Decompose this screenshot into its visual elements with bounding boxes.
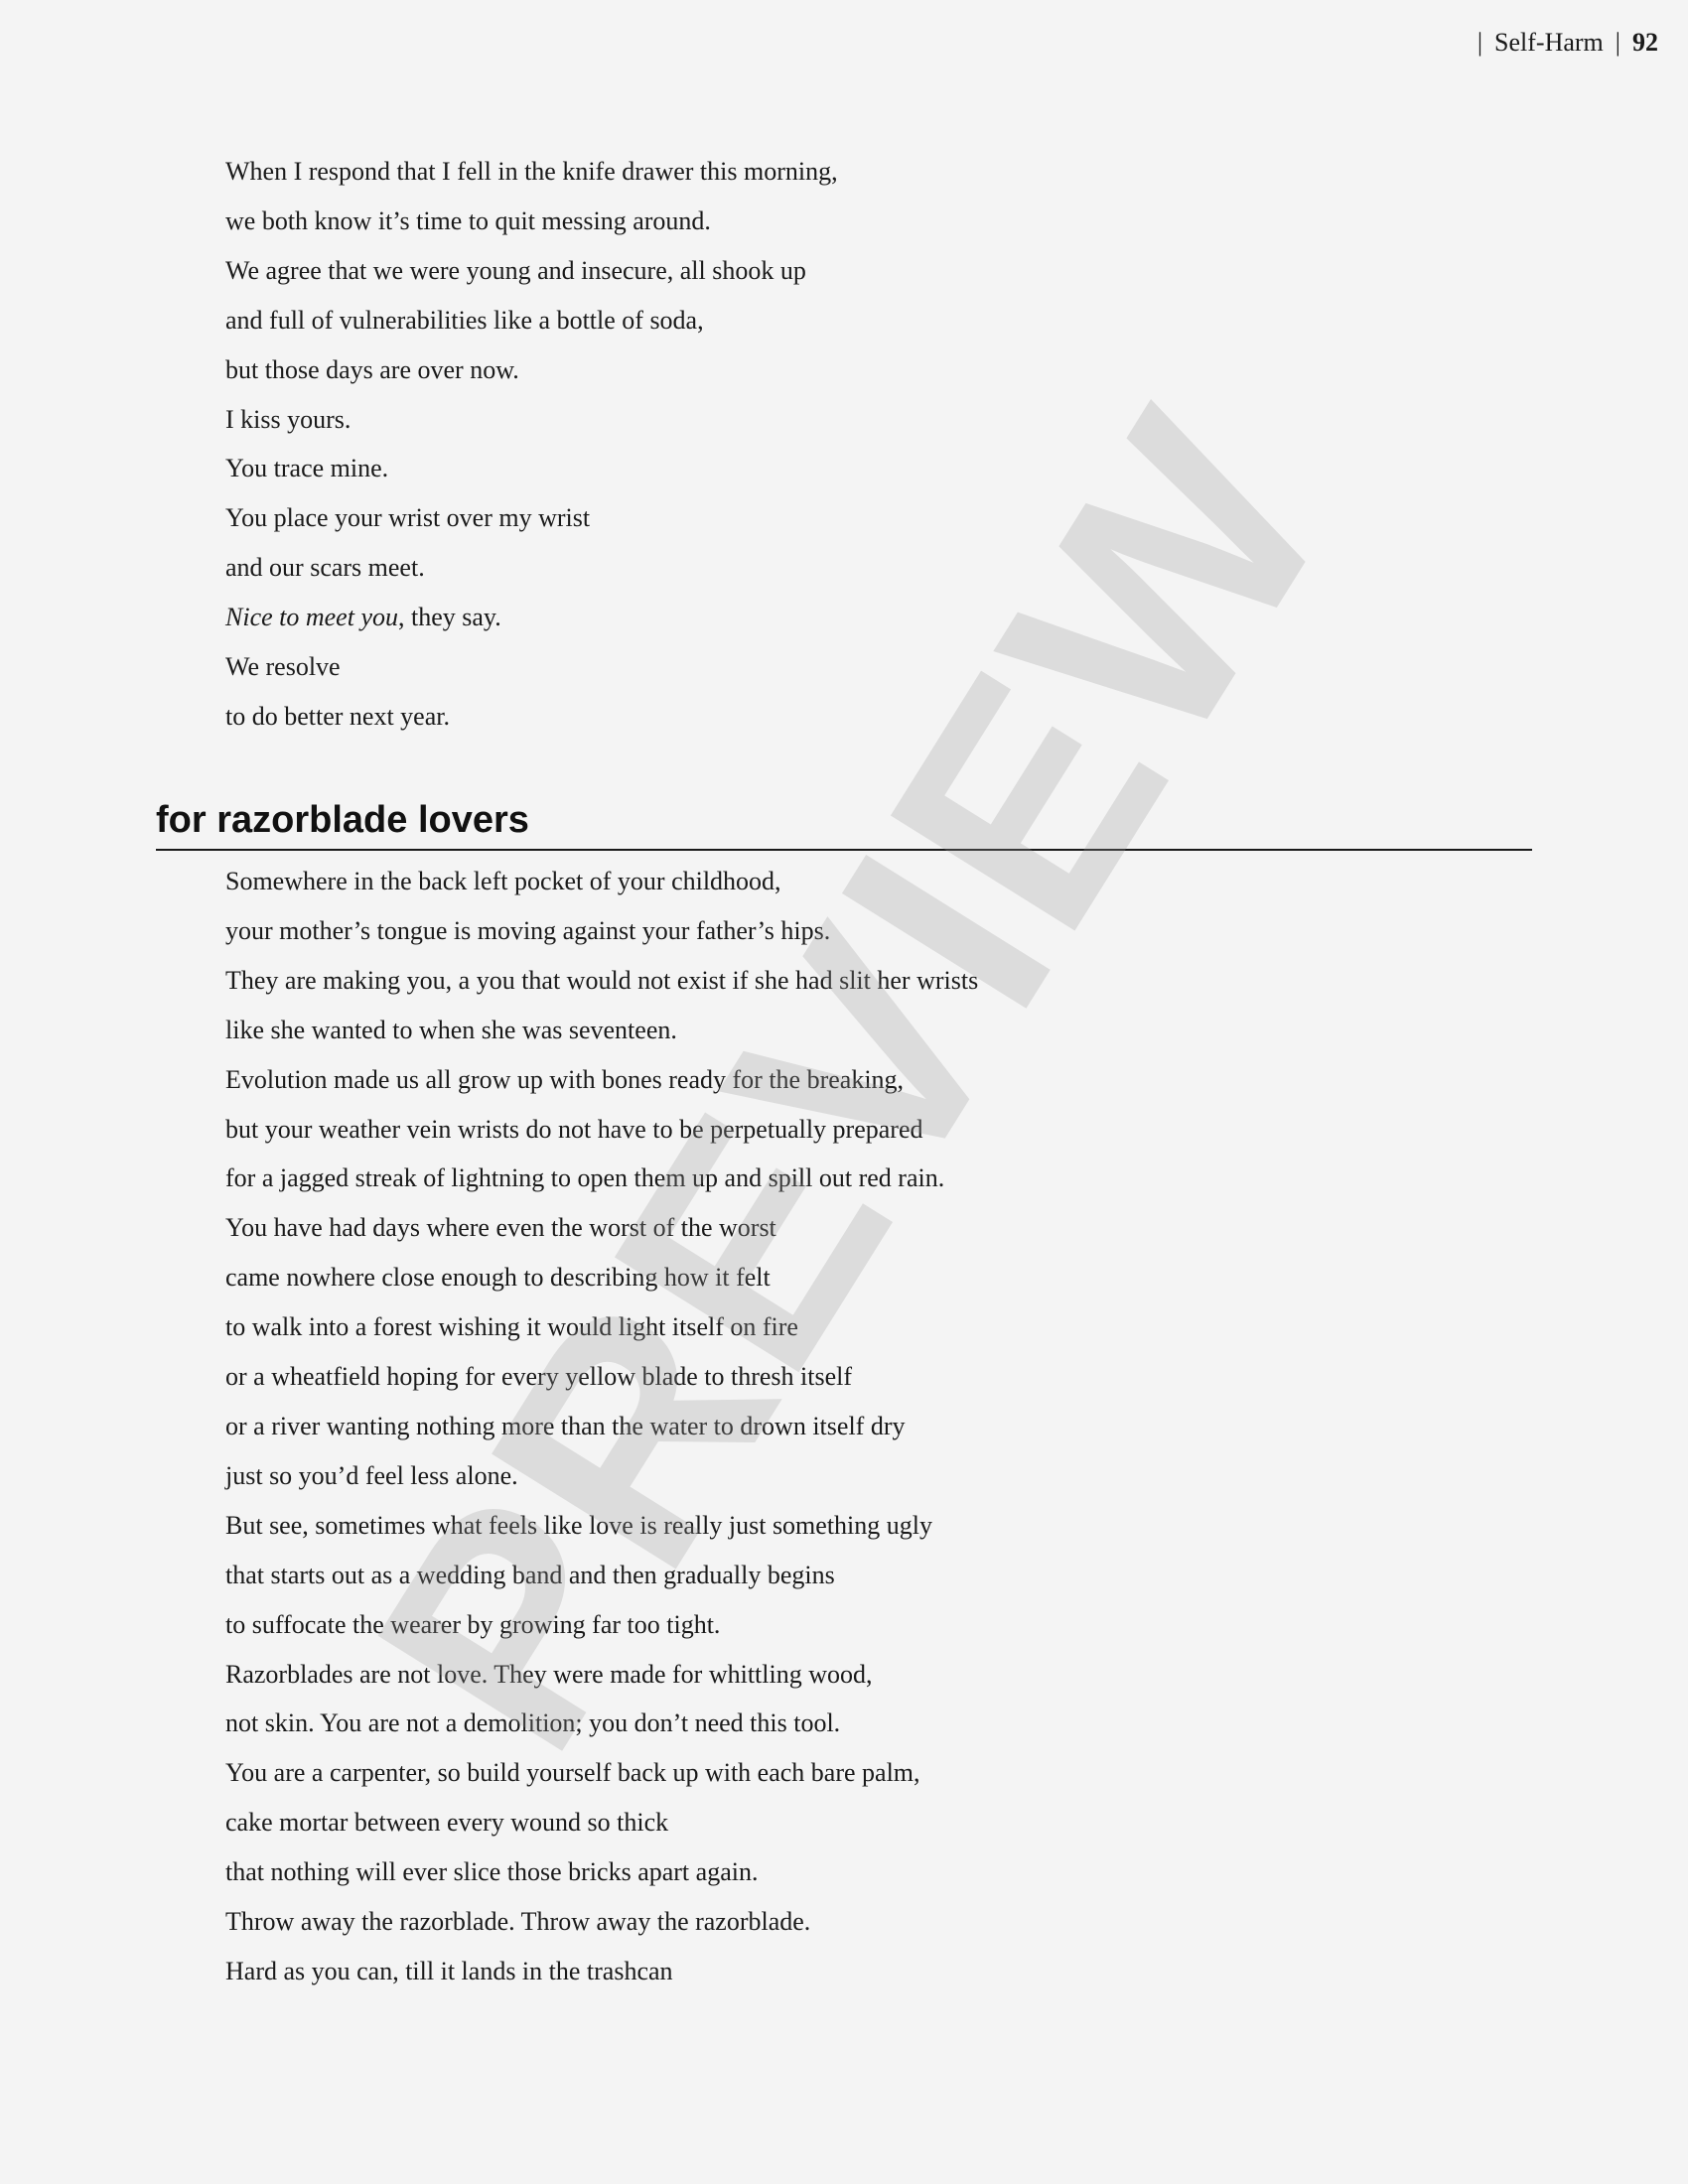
poem-line: You trace mine. (225, 454, 389, 483)
poem-line: You place your wrist over my wrist (225, 503, 591, 533)
poem-line: your mother’s tongue is moving against y… (225, 915, 831, 945)
poem-line: but those days are over now. (225, 354, 519, 384)
poem-line: to walk into a forest wishing it would l… (225, 1312, 798, 1342)
poem-line: We resolve (225, 652, 341, 682)
poem-line: Somewhere in the back left pocket of you… (225, 867, 781, 895)
poem-line: just so you’d feel less alone. (225, 1460, 518, 1490)
poem-line: Evolution made us all grow up with bones… (225, 1064, 905, 1094)
poem-title: for razorblade lovers (156, 794, 1532, 851)
header-separator: | (1477, 28, 1483, 57)
header-section-title: Self-Harm (1494, 28, 1604, 57)
poem-line: I kiss yours. (225, 404, 352, 434)
poem-line: cake mortar between every wound so thick (225, 1808, 669, 1838)
poem-line: for a jagged streak of lightning to open… (225, 1163, 945, 1193)
poem-line: When I respond that I fell in the knife … (225, 157, 838, 186)
poem-line: came nowhere close enough to describing … (225, 1263, 771, 1293)
poem-line: or a river wanting nothing more than the… (225, 1411, 906, 1440)
poem-line: or a wheatfield hoping for every yellow … (225, 1362, 853, 1392)
poem-line: to suffocate the wearer by growing far t… (225, 1609, 721, 1639)
poem-line: We agree that we were young and insecure… (225, 255, 806, 285)
poem-line: You are a carpenter, so build yourself b… (225, 1758, 920, 1788)
poem-line: They are making you, a you that would no… (225, 965, 979, 995)
page-number: 92 (1632, 28, 1658, 57)
poem-continuation: When I respond that I fell in the knife … (225, 147, 838, 742)
poem-line: like she wanted to when she was seventee… (225, 1015, 677, 1044)
poem-line: to do better next year. (225, 701, 450, 731)
poem-line: But see, sometimes what feels like love … (225, 1510, 932, 1540)
poem-line: and our scars meet. (225, 553, 425, 583)
poem-line: we both know it’s time to quit messing a… (225, 205, 711, 235)
poem-line-rest: , they say. (398, 603, 501, 632)
poem-line: Throw away the razorblade. Throw away th… (225, 1907, 811, 1937)
poem-line: Razorblades are not love. They were made… (225, 1659, 873, 1689)
poem-line: Hard as you can, till it lands in the tr… (225, 1956, 673, 1985)
poem-body: Somewhere in the back left pocket of you… (225, 857, 978, 1996)
poem-line: not skin. You are not a demolition; you … (225, 1708, 841, 1738)
header-separator: | (1615, 28, 1620, 57)
poem-line: but your weather vein wrists do not have… (225, 1114, 923, 1144)
poem-line: and full of vulnerabilities like a bottl… (225, 305, 704, 335)
poem-line: You have had days where even the worst o… (225, 1213, 776, 1243)
italic-phrase: Nice to meet you (225, 603, 398, 632)
poem-line: that nothing will ever slice those brick… (225, 1857, 759, 1887)
running-header: | Self-Harm | 92 (1477, 26, 1658, 60)
poem-line: Nice to meet you, they say. (225, 593, 838, 642)
poem-line: that starts out as a wedding band and th… (225, 1560, 835, 1589)
